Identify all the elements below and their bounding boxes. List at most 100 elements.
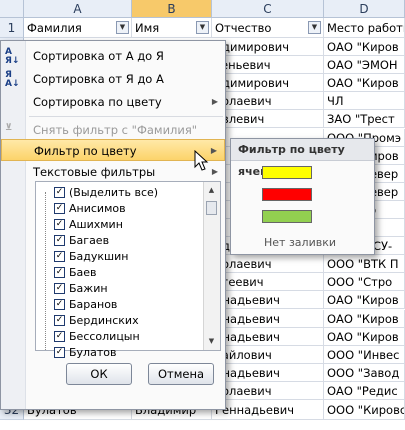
menu-sort-desc[interactable]: Я А↓ Сортировка от Я до А (1, 68, 225, 90)
list-item-label: Бадукшин (69, 250, 129, 263)
checkbox[interactable]: ✓ (54, 299, 65, 310)
ok-button[interactable]: ОК (66, 363, 132, 385)
column-header-b[interactable]: B (132, 0, 212, 18)
cell-workplace[interactable]: ОАО "Киров (324, 74, 405, 93)
cell-workplace[interactable]: ОАО "Киров (324, 309, 405, 328)
checkbox[interactable]: ✓ (54, 315, 65, 326)
cell-workplace[interactable]: ОАО "Редис (324, 381, 405, 400)
header-surname-label: Фамилия (27, 21, 82, 35)
scroll-thumb[interactable] (206, 201, 217, 215)
cell-patronymic[interactable]: адимирович (212, 74, 324, 93)
column-header-a[interactable]: A (24, 0, 132, 18)
checkbox[interactable]: ✓ (54, 251, 65, 262)
cell-patronymic[interactable]: колаевич (212, 92, 324, 111)
cell-patronymic[interactable]: хайлович (212, 345, 324, 364)
cell-workplace[interactable]: ООО "ВТК П (324, 255, 405, 274)
filter-values-list: ✓ (Выделить все) ✓ Анисимов ✓ Ашихмин ✓ Багаев ✓… (35, 181, 221, 359)
menu-sort-asc[interactable]: А Я↓ Сортировка от А до Я (1, 45, 225, 67)
checkbox[interactable]: ✓ (54, 187, 65, 198)
filter-dropdown-button[interactable]: ▼ (116, 21, 129, 34)
cell-patronymic[interactable]: Геннадьевич (212, 400, 324, 420)
cell-workplace[interactable]: ООО "Инвес (324, 345, 405, 364)
mouse-cursor-icon (194, 150, 209, 171)
list-item-label: Анисимов (69, 202, 126, 215)
green-color-swatch[interactable] (262, 210, 312, 223)
header-cell-name[interactable]: Имя ▼ (132, 18, 212, 38)
header-workplace-label: Место работы (327, 21, 405, 35)
cell-workplace[interactable]: ООО "Кировс (324, 400, 405, 420)
filter-dropdown-button[interactable]: ▼ (196, 21, 209, 34)
checkbox[interactable]: ✓ (54, 347, 65, 358)
menu-sort-by-color-label: Сортировка по цвету (33, 95, 162, 109)
menu-sort-asc-label: Сортировка от А до Я (33, 49, 164, 63)
filter-funnel-icon: ▼ (119, 23, 126, 31)
corner-select-all[interactable] (0, 0, 24, 18)
cell-patronymic[interactable]: ннадьевич (212, 291, 324, 310)
list-item-label: Булатов (69, 346, 117, 359)
menu-sort-by-color[interactable]: Сортировка по цвету ▶ (1, 91, 225, 113)
no-fill-option[interactable]: Нет заливки (264, 236, 336, 249)
list-item-label: Баев (69, 266, 97, 279)
checkbox[interactable]: ✓ (54, 267, 65, 278)
menu-separator (29, 116, 223, 117)
sort-asc-icon: А Я↓ (5, 47, 20, 66)
submenu-arrow-icon: ▶ (210, 146, 217, 155)
menu-sort-desc-label: Сортировка от Я до А (33, 72, 164, 86)
autofilter-menu: А Я↓ Сортировка от А до Я Я А↓ Сортировка … (0, 40, 226, 410)
header-name-label: Имя (135, 21, 160, 35)
cell-patronymic[interactable]: ргеевич (212, 273, 324, 292)
checkbox[interactable]: ✓ (54, 219, 65, 230)
yellow-color-swatch[interactable] (262, 166, 312, 179)
list-item-label: Бердинских (69, 314, 139, 327)
cell-workplace[interactable]: ЧЛ (324, 92, 405, 111)
menu-text-filters[interactable]: Текстовые фильтры ▶ (1, 161, 225, 183)
chevron-down-icon: ▼ (199, 23, 206, 31)
cell-patronymic[interactable]: ннадьевич (212, 363, 324, 382)
cell-patronymic[interactable]: колаевич (212, 255, 324, 274)
cancel-button[interactable]: Отмена (148, 363, 214, 385)
cell-workplace[interactable]: ОАО "ЭМОН (324, 56, 405, 75)
filter-color-submenu: Фильтр по цвету ячейки Нет заливки (230, 138, 375, 255)
scroll-down-icon[interactable]: ▼ (205, 334, 218, 348)
list-item-label: Баранов (69, 298, 118, 311)
cell-workplace[interactable]: ООО "Стро (324, 273, 405, 292)
menu-clear-filter-label: Снять фильтр с "Фамилия" (33, 123, 198, 137)
list-scrollbar[interactable]: ▲ ▼ (203, 182, 220, 350)
column-header-d[interactable]: D (324, 0, 405, 18)
cell-patronymic[interactable]: овлевич (212, 110, 324, 129)
cell-workplace[interactable]: ОАО "Киров (324, 327, 405, 346)
menu-filter-by-color-label: Фильтр по цвету (34, 144, 137, 158)
cell-patronymic[interactable]: геньевич (212, 56, 324, 75)
cell-patronymic[interactable]: колаевич (212, 381, 324, 400)
checkbox[interactable]: ✓ (54, 283, 65, 294)
header-cell-surname[interactable]: Фамилия ▼ (24, 18, 132, 38)
filter-dropdown-button[interactable]: ▼ (308, 21, 321, 34)
cell-workplace[interactable]: ЗАО "Трест (324, 110, 405, 129)
cell-patronymic[interactable]: ннадьевич (212, 309, 324, 328)
menu-clear-filter[interactable]: ⊻ Снять фильтр с "Фамилия" (1, 119, 225, 141)
menu-filter-by-color[interactable]: Фильтр по цвету ▶ (1, 139, 225, 161)
header-cell-patronymic[interactable]: Отчество ▼ (212, 18, 324, 38)
menu-text-filters-label: Текстовые фильтры (33, 165, 156, 179)
sort-desc-icon: Я А↓ (5, 70, 20, 89)
list-item-label: Багаев (69, 234, 110, 247)
checkbox[interactable]: ✓ (54, 331, 65, 342)
checkbox[interactable]: ✓ (54, 203, 65, 214)
submenu-arrow-icon: ▶ (211, 97, 218, 106)
cell-workplace[interactable]: ОАО "Киров (324, 291, 405, 310)
submenu-title: Фильтр по цвету ячейки (231, 139, 374, 178)
cell-patronymic[interactable]: ннадьевич (212, 327, 324, 346)
cell-workplace[interactable]: ООО "Завод (324, 363, 405, 382)
row-header-1[interactable]: 1 (0, 18, 24, 38)
red-color-swatch[interactable] (262, 188, 312, 201)
list-item-label: Бажин (69, 282, 108, 295)
header-cell-workplace[interactable]: Место работы (324, 18, 405, 38)
scroll-up-icon[interactable]: ▲ (205, 183, 218, 197)
list-item-label: Бессолицын (69, 330, 140, 343)
checkbox[interactable]: ✓ (54, 235, 65, 246)
header-patronymic-label: Отчество (215, 21, 272, 35)
cell-patronymic[interactable]: адимирович (212, 38, 324, 56)
column-header-c[interactable]: C (212, 0, 324, 18)
list-item-label: Ашихмин (69, 218, 123, 231)
cell-workplace[interactable]: ОАО "Киров (324, 38, 405, 56)
